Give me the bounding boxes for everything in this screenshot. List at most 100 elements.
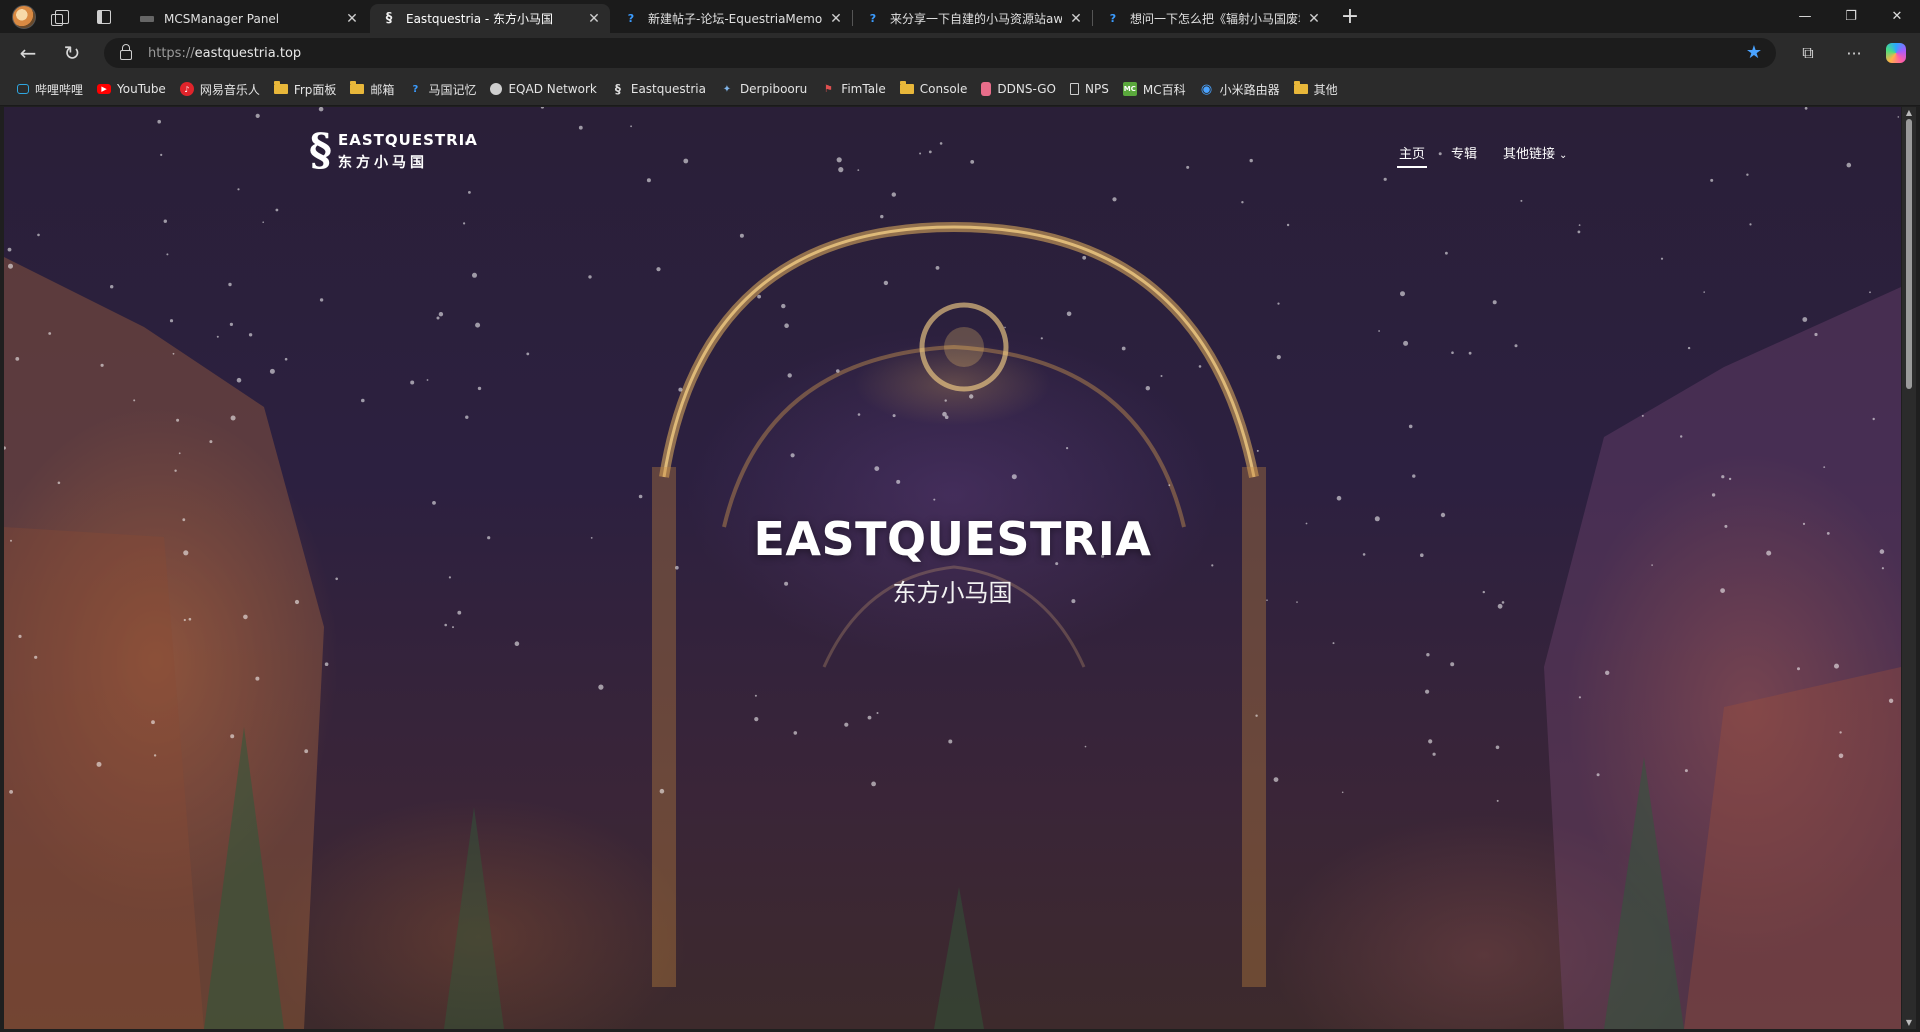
mc-icon: MC <box>1122 82 1137 96</box>
close-icon[interactable]: ✕ <box>344 11 360 27</box>
refresh-button[interactable]: ↻ <box>56 37 88 69</box>
bilibili-icon <box>17 84 29 94</box>
bookmark-fimtale[interactable]: ⚑ FimTale <box>814 77 892 101</box>
bookmark-label: Derpibooru <box>739 82 808 96</box>
fimtale-icon: ⚑ <box>823 83 833 95</box>
scroll-up-icon[interactable]: ▲ <box>1904 108 1914 118</box>
workspaces-button[interactable] <box>46 0 78 33</box>
tab-forum-new-post[interactable]: ? 新建帖子-论坛-EquestriaMemory ✕ <box>612 4 852 33</box>
logo-text: EASTQUESTRIA 东方小马国 <box>338 131 478 172</box>
bookmark-label: 马国记忆 <box>428 82 477 97</box>
close-icon[interactable]: ✕ <box>1306 11 1322 27</box>
site-logo[interactable]: § EASTQUESTRIA 东方小马国 <box>309 129 478 173</box>
plus-icon: + <box>1340 3 1360 29</box>
bookmark-eastquestria[interactable]: § Eastquestria <box>604 77 713 101</box>
extensions-button[interactable]: ⧉ <box>1792 37 1824 69</box>
bookmark-frp[interactable]: Frp面板 <box>267 77 344 101</box>
refresh-icon: ↻ <box>63 41 81 65</box>
close-icon: ✕ <box>1891 9 1903 24</box>
bookmark-other[interactable]: 其他 <box>1287 77 1345 101</box>
workspaces-icon <box>51 9 69 26</box>
folder-icon <box>350 81 365 94</box>
bookmark-label: Console <box>919 82 968 96</box>
bookmark-console[interactable]: Console <box>893 77 975 101</box>
bookmark-mcmod[interactable]: MC MC百科 <box>1116 77 1193 101</box>
eastquestria-icon: § <box>385 11 393 26</box>
bookmark-xiaomi-router[interactable]: ◉ 小米路由器 <box>1193 77 1287 101</box>
minimize-button[interactable]: — <box>1782 0 1828 33</box>
tab-label: 来分享一下自建的小马资源站awa <box>890 12 1062 26</box>
bookmark-label: EQAD Network <box>508 82 597 96</box>
bookmark-label: 网易音乐人 <box>199 82 260 97</box>
youtube-icon: ▶ <box>97 84 112 94</box>
copilot-icon <box>1886 43 1906 63</box>
restore-icon: ❐ <box>1845 9 1857 24</box>
address-bar[interactable]: https://eastquestria.top ★ <box>104 38 1776 68</box>
bookmark-label: DDNS-GO <box>997 82 1056 96</box>
copilot-button[interactable] <box>1880 37 1912 69</box>
bookmark-netease[interactable]: ♪ 网易音乐人 <box>173 77 267 101</box>
hero-background-art <box>4 107 1901 1029</box>
logo-title-cn: 东方小马国 <box>338 154 429 171</box>
bookmark-ddns-go[interactable]: DDNS-GO <box>974 77 1063 101</box>
tab-forum-share[interactable]: ? 来分享一下自建的小马资源站awa ✕ <box>854 4 1092 33</box>
navigation-bar: ← ↻ https://eastquestria.top ★ ⧉ ··· <box>0 33 1920 73</box>
close-icon[interactable]: ✕ <box>828 11 844 27</box>
mcsmanager-icon <box>140 15 154 22</box>
bookmark-nps[interactable]: NPS <box>1063 77 1116 101</box>
eastquestria-logo-icon: § <box>309 125 333 176</box>
close-window-button[interactable]: ✕ <box>1874 0 1920 33</box>
tab-eastquestria[interactable]: § Eastquestria - 东方小马国 ✕ <box>370 4 610 33</box>
tab-label: 新建帖子-论坛-EquestriaMemory <box>648 12 822 26</box>
back-button[interactable]: ← <box>12 37 44 69</box>
url-host: eastquestria.top <box>194 45 302 61</box>
more-icon: ··· <box>1846 43 1862 63</box>
bookmark-derpibooru[interactable]: ✦ Derpibooru <box>713 77 814 101</box>
bookmark-label: 哔哩哔哩 <box>35 82 84 97</box>
bookmark-label: MC百科 <box>1142 82 1186 97</box>
bookmark-label: Eastquestria <box>630 82 706 96</box>
scroll-down-icon[interactable]: ▼ <box>1904 1018 1914 1028</box>
bookmark-bilibili[interactable]: 哔哩哔哩 <box>10 77 90 101</box>
tab-mcsmanager[interactable]: MCSManager Panel ✕ <box>128 4 368 33</box>
scrollbar-thumb[interactable] <box>1906 119 1912 389</box>
new-tab-button[interactable]: + <box>1336 2 1364 30</box>
lock-icon[interactable] <box>120 44 132 60</box>
bookmark-eqad[interactable]: EQAD Network <box>483 77 603 101</box>
bookmark-mail[interactable]: 邮箱 <box>343 77 401 101</box>
tab-label: Eastquestria - 东方小马国 <box>406 12 554 26</box>
restore-button[interactable]: ❐ <box>1828 0 1874 33</box>
profile-avatar[interactable] <box>8 0 40 33</box>
page-scrollbar[interactable]: ▲ ▼ <box>1902 107 1916 1029</box>
bookmark-youtube[interactable]: ▶ YouTube <box>90 77 173 101</box>
tab-label: 想问一下怎么把《辐射小马国废墟 <box>1130 12 1300 26</box>
bookmark-label: 小米路由器 <box>1219 82 1280 97</box>
nav-albums[interactable]: 专辑 <box>1451 143 1477 168</box>
nav-other-links[interactable]: 其他链接 ⌄ <box>1503 143 1567 168</box>
forum-icon: ? <box>869 12 877 25</box>
minimize-icon: — <box>1798 9 1812 24</box>
tab-divider <box>1092 10 1093 26</box>
vertical-tabs-button[interactable] <box>88 0 120 33</box>
bookmark-label: FimTale <box>841 82 886 96</box>
derpibooru-icon: ✦ <box>722 83 732 95</box>
close-icon[interactable]: ✕ <box>586 11 602 27</box>
bookmark-label: Frp面板 <box>293 82 337 97</box>
bookmarks-bar: 哔哩哔哩 ▶ YouTube ♪ 网易音乐人 Frp面板 邮箱 ? 马国记忆 EQAD… <box>0 73 1920 106</box>
chevron-down-icon: ⌄ <box>1559 150 1568 161</box>
bookmark-label: YouTube <box>117 82 166 96</box>
forum-icon: ? <box>1109 12 1117 25</box>
favorite-star-icon[interactable]: ★ <box>1746 42 1762 63</box>
url-text[interactable]: https://eastquestria.top <box>148 46 301 61</box>
avatar-icon <box>12 4 36 29</box>
close-icon[interactable]: ✕ <box>1068 11 1084 27</box>
puzzle-icon: ⧉ <box>1802 43 1814 62</box>
site-navigation: 主页 专辑 其他链接 ⌄ <box>1396 143 1593 168</box>
nav-home[interactable]: 主页 <box>1396 143 1428 168</box>
logo-title-en: EASTQUESTRIA <box>338 130 478 149</box>
bookmark-equestria-memory[interactable]: ? 马国记忆 <box>401 77 483 101</box>
page-icon <box>1070 83 1079 95</box>
nav-other-links-label: 其他链接 <box>1503 147 1556 162</box>
settings-menu-button[interactable]: ··· <box>1838 37 1870 69</box>
tab-forum-question[interactable]: ? 想问一下怎么把《辐射小马国废墟 ✕ <box>1094 4 1330 33</box>
